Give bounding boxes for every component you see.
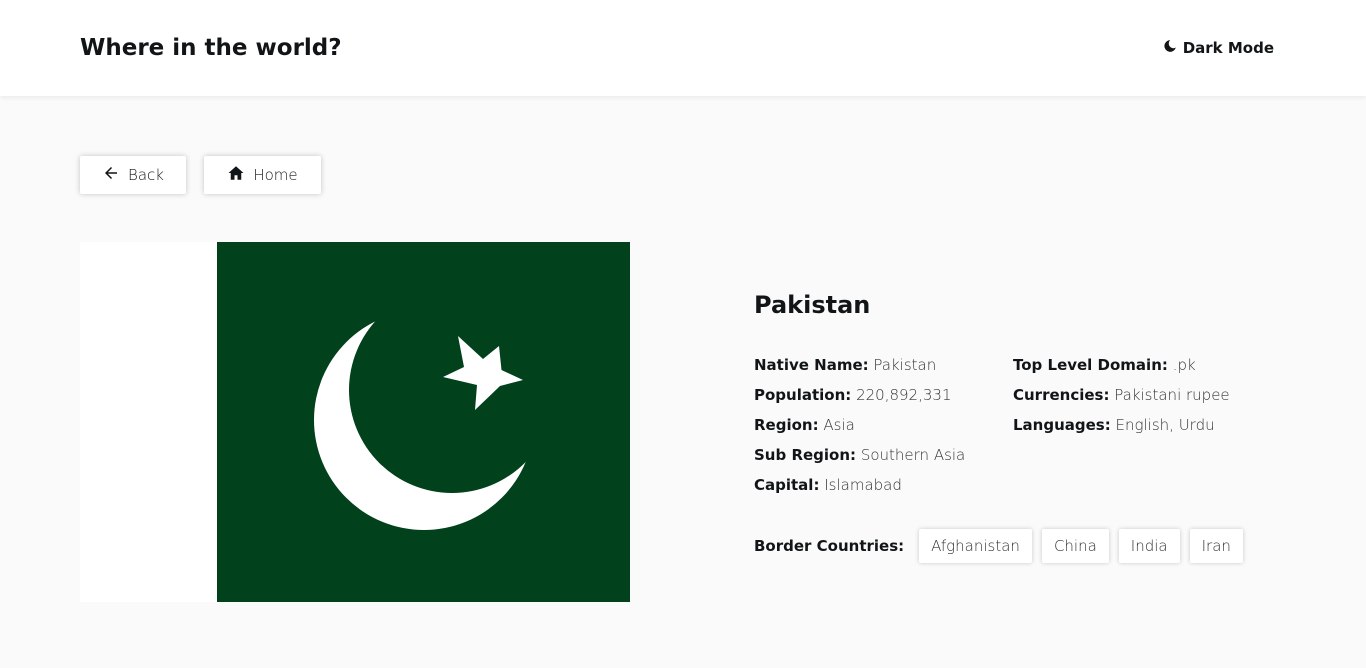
dark-mode-label: Dark Mode bbox=[1182, 39, 1274, 57]
border-country-chip[interactable]: Iran bbox=[1189, 529, 1243, 563]
back-label: Back bbox=[128, 166, 164, 184]
country-flag bbox=[80, 242, 630, 602]
back-button[interactable]: Back bbox=[80, 156, 186, 194]
app-title: Where in the world? bbox=[80, 35, 342, 61]
border-countries: Border Countries: Afghanistan China Indi… bbox=[754, 529, 1253, 563]
border-countries-label: Border Countries: bbox=[754, 537, 905, 555]
home-button[interactable]: Home bbox=[204, 156, 321, 194]
home-label: Home bbox=[253, 166, 298, 184]
info-column-secondary: Top Level Domain: .pk Currencies: Pakist… bbox=[1013, 350, 1272, 500]
info-column-primary: Native Name: Pakistan Population: 220,89… bbox=[754, 350, 1013, 500]
home-icon bbox=[227, 164, 245, 186]
country-name: Pakistan bbox=[754, 291, 871, 319]
border-country-chip[interactable]: India bbox=[1118, 529, 1180, 563]
info-row-sub-region: Sub Region: Southern Asia bbox=[754, 446, 966, 464]
border-country-chip[interactable]: China bbox=[1041, 529, 1109, 563]
dark-mode-toggle[interactable]: Dark Mode bbox=[1163, 39, 1274, 57]
app-header: Where in the world? Dark Mode bbox=[0, 0, 1366, 96]
info-row-currencies: Currencies: Pakistani rupee bbox=[1013, 386, 1230, 404]
info-row-languages: Languages: English, Urdu bbox=[1013, 416, 1215, 434]
info-row-population: Population: 220,892,331 bbox=[754, 386, 952, 404]
arrow-left-icon bbox=[102, 164, 120, 186]
info-row-top-level-domain: Top Level Domain: .pk bbox=[1013, 356, 1196, 374]
country-details: Pakistan Native Name: Pakistan Populatio… bbox=[754, 290, 1274, 500]
info-row-native-name: Native Name: Pakistan bbox=[754, 356, 937, 374]
moon-icon bbox=[1163, 39, 1177, 57]
info-row-region: Region: Asia bbox=[754, 416, 855, 434]
border-country-chip[interactable]: Afghanistan bbox=[919, 529, 1032, 563]
info-row-capital: Capital: Islamabad bbox=[754, 476, 902, 494]
